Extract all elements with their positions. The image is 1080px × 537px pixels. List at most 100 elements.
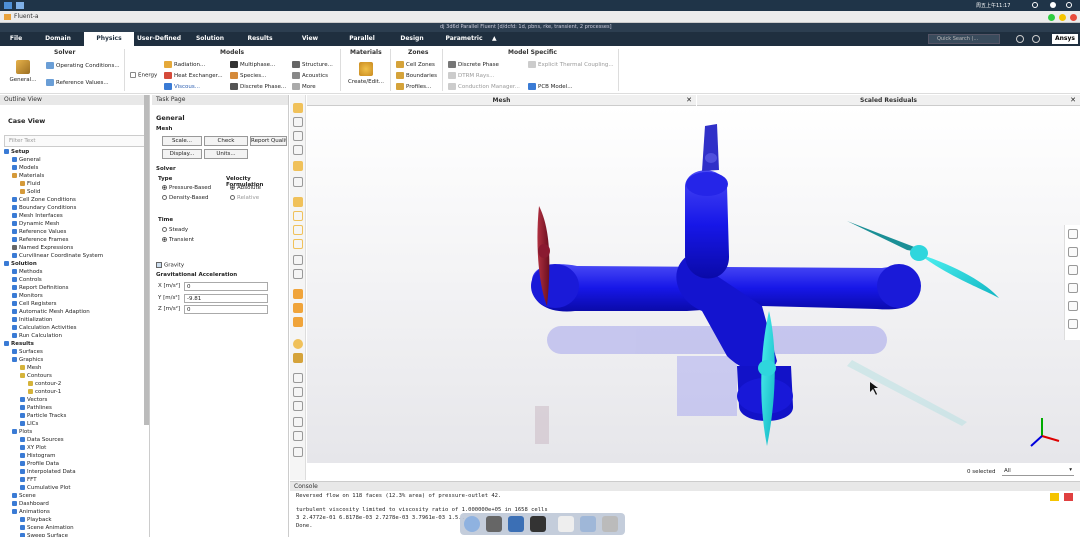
fit-icon[interactable] bbox=[293, 197, 303, 207]
system-menu-icon[interactable] bbox=[4, 2, 12, 9]
energy-checkbox[interactable]: Energy bbox=[130, 72, 157, 79]
tree-item[interactable]: XY Plot bbox=[20, 444, 46, 452]
tree-item[interactable]: Fluid bbox=[20, 180, 40, 188]
tree-item[interactable]: Materials bbox=[12, 172, 44, 180]
steady-radio[interactable]: Steady bbox=[162, 227, 188, 233]
document-icon[interactable] bbox=[558, 516, 574, 532]
residuals-icon[interactable] bbox=[293, 387, 303, 397]
layout-icon[interactable] bbox=[293, 431, 303, 441]
save-picture-icon[interactable] bbox=[1068, 229, 1078, 239]
tree-item[interactable]: Methods bbox=[12, 268, 43, 276]
tree-item[interactable]: Cumulative Plot bbox=[20, 484, 71, 492]
finder-icon[interactable] bbox=[464, 516, 480, 532]
tree-item[interactable]: Graphics bbox=[12, 356, 43, 364]
create-edit-button[interactable]: Create/Edit... bbox=[346, 62, 386, 85]
conduction-manager-button[interactable]: Conduction Manager... bbox=[448, 83, 520, 90]
tree-item[interactable]: Sweep Surface bbox=[20, 532, 68, 537]
tree-item[interactable]: Dynamic Mesh bbox=[12, 220, 60, 228]
tree-item[interactable]: LICs bbox=[20, 420, 38, 428]
link-icon[interactable] bbox=[1068, 319, 1078, 329]
discrete-phase-specific-button[interactable]: Discrete Phase bbox=[448, 61, 499, 68]
dtrm-rays-button[interactable]: DTRM Rays... bbox=[448, 72, 494, 79]
monitor-icon[interactable] bbox=[508, 516, 524, 532]
tree-item[interactable]: Solid bbox=[20, 188, 40, 196]
menu-overflow-icon[interactable]: ▲ bbox=[492, 35, 497, 42]
thermal-coupling-button[interactable]: Explicit Thermal Coupling... bbox=[528, 61, 614, 68]
power-icon[interactable] bbox=[1066, 2, 1072, 8]
check-button[interactable]: Check bbox=[204, 136, 248, 146]
calculator-icon[interactable] bbox=[486, 516, 502, 532]
tab-physics[interactable]: Physics bbox=[84, 32, 134, 46]
close-icon[interactable]: ✕ bbox=[1070, 95, 1076, 106]
tab-design[interactable]: Design bbox=[394, 32, 430, 46]
tree-item[interactable]: Named Expressions bbox=[12, 244, 73, 252]
tree-item[interactable]: Cell Registers bbox=[12, 300, 57, 308]
probe-icon[interactable] bbox=[293, 177, 303, 187]
pcb-model-button[interactable]: PCB Model... bbox=[528, 83, 572, 90]
tree-item[interactable]: Report Definitions bbox=[12, 284, 68, 292]
tree-item[interactable]: Automatic Mesh Adaption bbox=[12, 308, 90, 316]
tab-parametric[interactable]: Parametric bbox=[440, 32, 488, 46]
tab-parallel[interactable]: Parallel bbox=[342, 32, 382, 46]
acoustics-button[interactable]: Acoustics bbox=[292, 72, 328, 79]
report-icon[interactable] bbox=[293, 401, 303, 411]
tab-file[interactable]: File bbox=[0, 32, 32, 46]
copy-icon[interactable] bbox=[293, 417, 303, 427]
view-icon[interactable] bbox=[293, 303, 303, 313]
lock-icon[interactable] bbox=[293, 269, 303, 279]
species-button[interactable]: Species... bbox=[230, 72, 266, 79]
tree-item[interactable]: Boundary Conditions bbox=[12, 204, 76, 212]
app-icon[interactable] bbox=[16, 2, 24, 9]
tree-item[interactable]: Pathlines bbox=[20, 404, 52, 412]
tab-user-defined[interactable]: User-Defined bbox=[136, 32, 182, 46]
tab-view[interactable]: View bbox=[292, 32, 328, 46]
tree-item[interactable]: Contours bbox=[20, 372, 52, 380]
viscous-button[interactable]: Viscous... bbox=[164, 83, 200, 90]
cell-zones-button[interactable]: Cell Zones bbox=[396, 61, 435, 68]
tree-item[interactable]: Models bbox=[12, 164, 38, 172]
tree-item[interactable]: Setup bbox=[4, 148, 29, 156]
tree-item[interactable]: Calculation Activities bbox=[12, 324, 77, 332]
reference-values-button[interactable]: Reference Values... bbox=[46, 79, 109, 86]
scene-icon[interactable] bbox=[293, 339, 303, 349]
outline-scrollbar[interactable] bbox=[144, 95, 149, 425]
relative-radio[interactable]: Relative bbox=[230, 195, 259, 201]
gravity-checkbox[interactable]: Gravity bbox=[156, 262, 184, 269]
tree-item[interactable]: Plots bbox=[12, 428, 32, 436]
tree-item[interactable]: FFT bbox=[20, 476, 37, 484]
tree-item[interactable]: Cell Zone Conditions bbox=[12, 196, 76, 204]
lock-icon[interactable] bbox=[530, 516, 546, 532]
tree-item[interactable]: Playback bbox=[20, 516, 52, 524]
axes-icon[interactable] bbox=[293, 255, 303, 265]
tree-item[interactable]: Reference Values bbox=[12, 228, 66, 236]
tree-item[interactable]: Curvilinear Coordinate System bbox=[12, 252, 103, 260]
display-button[interactable]: Display... bbox=[162, 149, 202, 159]
files-icon[interactable] bbox=[602, 516, 618, 532]
tree-item[interactable]: Particle Tracks bbox=[20, 412, 66, 420]
grav-y-field[interactable]: -9.81 bbox=[184, 294, 268, 303]
boundaries-button[interactable]: Boundaries bbox=[396, 72, 437, 79]
close-icon[interactable]: ✕ bbox=[686, 95, 692, 106]
tree-item[interactable]: Reference Frames bbox=[12, 236, 68, 244]
discrete-phase-button[interactable]: Discrete Phase... bbox=[230, 83, 286, 90]
tree-item[interactable]: Animations bbox=[12, 508, 50, 516]
units-button[interactable]: Units... bbox=[204, 149, 248, 159]
tree-item[interactable]: Scene bbox=[12, 492, 36, 500]
pointer-icon[interactable] bbox=[293, 103, 303, 113]
tree-item[interactable]: contour-1 bbox=[28, 388, 61, 396]
profiles-button[interactable]: Profiles... bbox=[396, 83, 431, 90]
selection-filter-dropdown[interactable]: All ▾ bbox=[1002, 467, 1074, 476]
settings-icon[interactable] bbox=[1032, 35, 1040, 43]
zoom-in-icon[interactable] bbox=[293, 211, 303, 221]
tab-results[interactable]: Results bbox=[240, 32, 280, 46]
grav-z-field[interactable]: 0 bbox=[184, 305, 268, 314]
tree-item[interactable]: Profile Data bbox=[20, 460, 59, 468]
tree-item[interactable]: contour-2 bbox=[28, 380, 61, 388]
tree-item[interactable]: Dashboard bbox=[12, 500, 49, 508]
tree-item[interactable]: Monitors bbox=[12, 292, 43, 300]
pressure-based-radio[interactable]: Pressure-Based bbox=[162, 185, 211, 191]
copy-icon[interactable] bbox=[1068, 265, 1078, 275]
structure-button[interactable]: Structure... bbox=[292, 61, 333, 68]
drone-3d-view[interactable] bbox=[307, 106, 1080, 463]
filter-text-input[interactable]: Filter Text bbox=[4, 135, 145, 147]
